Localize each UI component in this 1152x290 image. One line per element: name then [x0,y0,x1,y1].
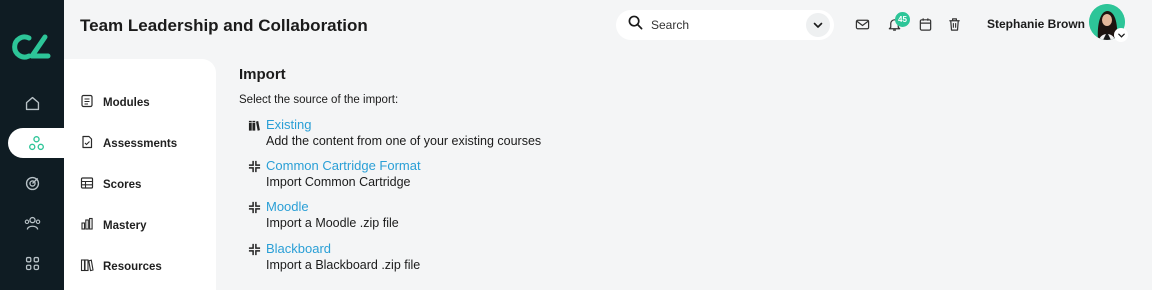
import-existing-link[interactable]: Existing [266,117,312,132]
subnav-label: Scores [103,179,142,191]
mail-icon[interactable] [854,16,870,32]
subnav-item-assessments[interactable]: Assessments [80,134,177,154]
subnav-label: Resources [103,261,162,273]
subnav-item-scores[interactable]: Scores [80,175,141,195]
logo-icon[interactable] [12,32,52,62]
section-title: Import [239,66,286,83]
apps-grid-icon[interactable] [0,243,64,283]
subnav-item-mastery[interactable]: Mastery [80,216,146,236]
chevron-down-icon[interactable] [1114,28,1128,42]
assessments-icon [80,135,94,154]
bar-chart-icon [80,217,94,236]
people-icon[interactable] [0,203,64,243]
collapse-arrows-icon [248,160,261,173]
import-blackboard-link[interactable]: Blackboard [266,241,331,256]
search-input[interactable] [651,18,801,32]
option-description: Add the content from one of your existin… [266,134,542,148]
option-description: Import a Moodle .zip file [266,216,399,230]
subnav-item-modules[interactable]: Modules [80,93,150,113]
search-box[interactable] [616,10,834,40]
books-icon [248,119,261,132]
import-common-cartridge-link[interactable]: Common Cartridge Format [266,158,421,173]
chevron-down-icon[interactable] [806,13,830,37]
search-icon [628,15,643,35]
notification-badge: 45 [895,12,910,27]
network-icon[interactable] [8,128,64,158]
collapse-arrows-icon [248,201,261,214]
subnav-label: Mastery [103,220,147,232]
collapse-arrows-icon [248,243,261,256]
target-icon[interactable] [0,163,64,203]
left-rail [0,0,64,290]
subnav-label: Assessments [103,138,178,150]
calendar-icon[interactable] [917,16,933,32]
books-icon [80,258,94,277]
home-icon[interactable] [0,83,64,123]
subnav-item-resources[interactable]: Resources [80,257,162,277]
option-description: Import Common Cartridge [266,175,411,189]
subnav-label: Modules [103,97,150,109]
page-title: Team Leadership and Collaboration [80,16,368,35]
course-subnav: Modules Assessments Scores Mastery Resou… [64,59,216,290]
option-description: Import a Blackboard .zip file [266,258,421,272]
user-name[interactable]: Stephanie Brown [987,17,1085,31]
import-moodle-link[interactable]: Moodle [266,199,309,214]
trash-icon[interactable] [946,16,962,32]
scores-table-icon [80,176,94,195]
section-subtitle: Select the source of the import: [239,94,399,106]
modules-icon [80,94,94,113]
